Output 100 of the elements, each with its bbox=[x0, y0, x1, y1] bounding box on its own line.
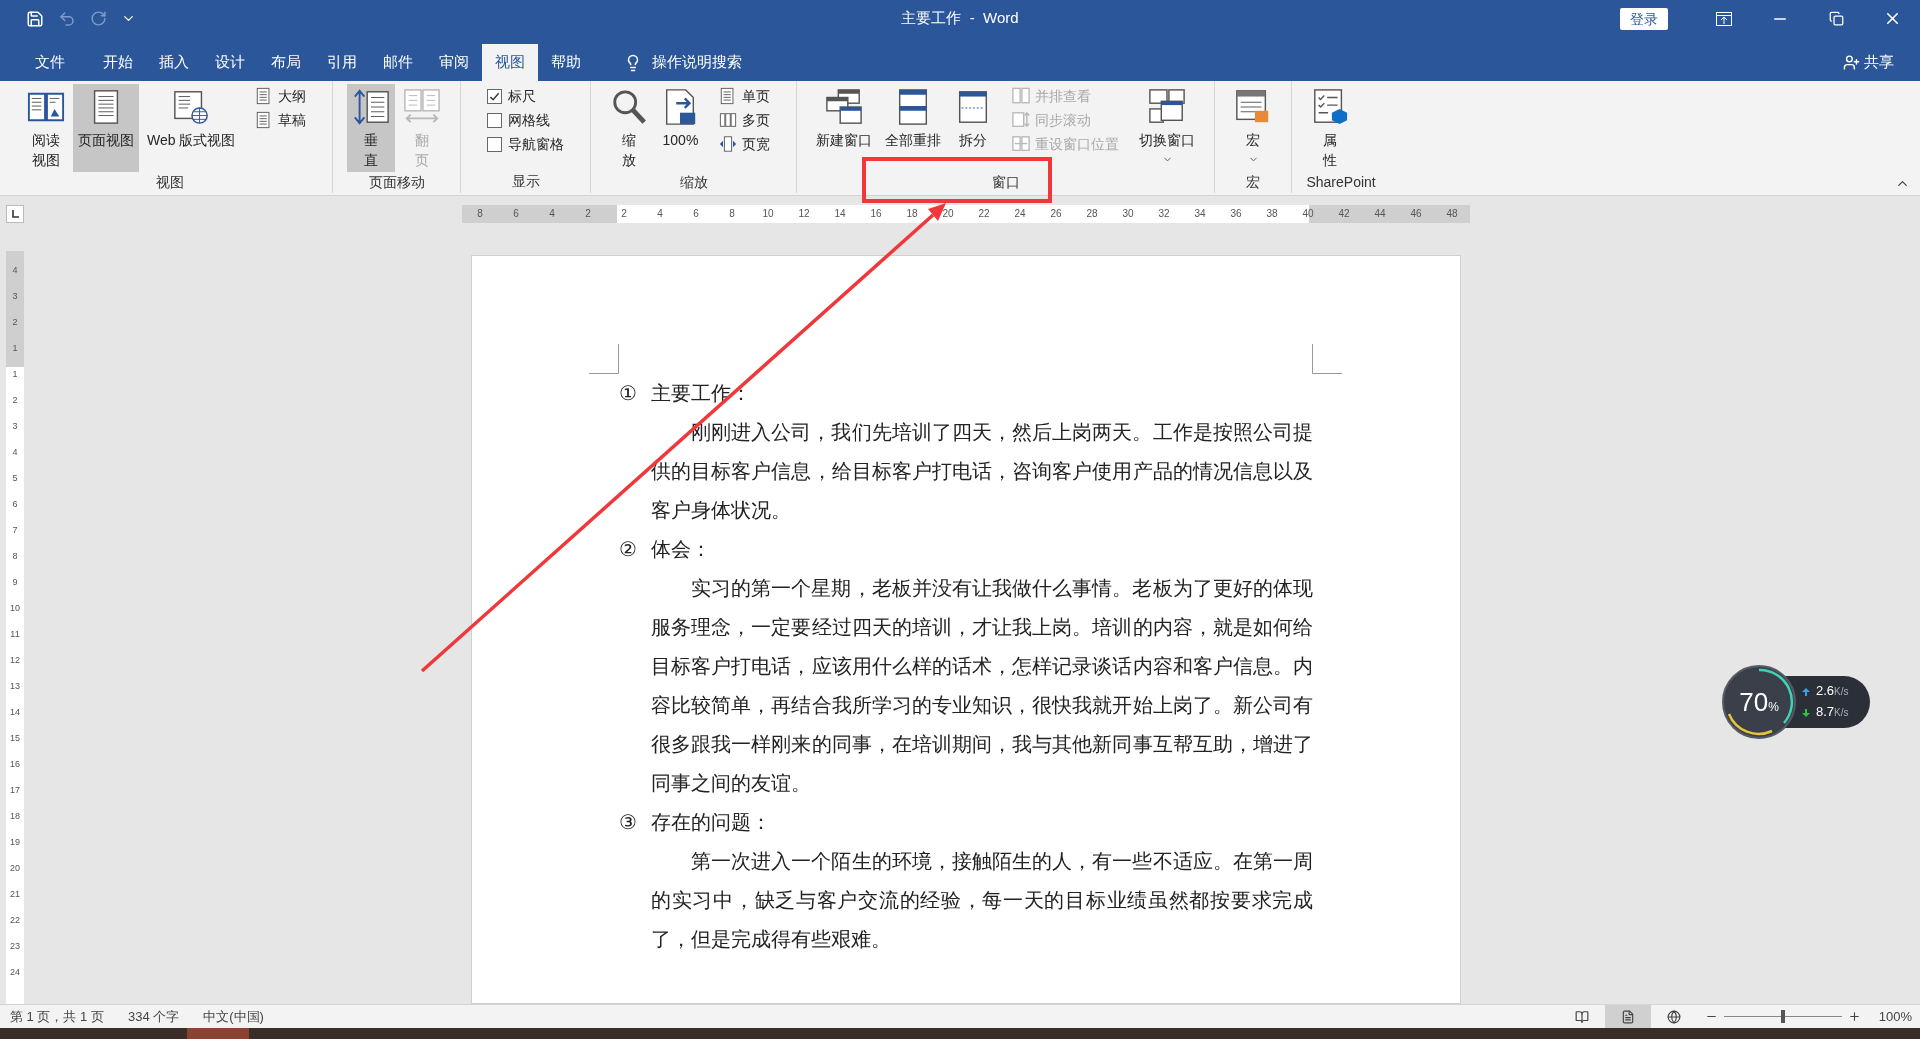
login-button[interactable]: 登录 bbox=[1620, 7, 1668, 30]
language-status[interactable]: 中文(中国) bbox=[203, 1006, 264, 1027]
ribbon-tab[interactable]: 文件 bbox=[22, 44, 78, 81]
zoom-percent[interactable]: 100% bbox=[1878, 1006, 1912, 1027]
ruler-number: 4 bbox=[12, 446, 18, 459]
ribbon-tab[interactable]: 审阅 bbox=[426, 44, 482, 81]
page-width-icon bbox=[719, 135, 738, 153]
ribbon-button[interactable]: Web 版式视图 bbox=[142, 84, 241, 172]
checkbox-option[interactable]: 标尺 bbox=[483, 84, 569, 108]
switch-windows-icon bbox=[1148, 88, 1187, 126]
ribbon-button[interactable]: 页面视图 bbox=[73, 84, 139, 172]
ruler-number: 38 bbox=[1265, 207, 1279, 221]
ribbon-button[interactable]: 属性 bbox=[1306, 84, 1355, 172]
search-field[interactable]: 操作说明搜索 bbox=[652, 51, 782, 74]
user-plus-icon bbox=[1843, 54, 1860, 71]
undo-icon[interactable] bbox=[58, 9, 76, 28]
ribbon-button[interactable]: 阅读视图 bbox=[22, 84, 70, 172]
save-icon[interactable] bbox=[26, 9, 44, 28]
checkbox[interactable] bbox=[487, 112, 503, 128]
ruler-number: 10 bbox=[761, 207, 775, 221]
checkbox[interactable] bbox=[487, 88, 503, 104]
ruler-number: 6 bbox=[512, 207, 520, 221]
tab-stop-icon[interactable] bbox=[6, 205, 24, 223]
section-heading: 体会： bbox=[651, 536, 711, 563]
multi-page-icon bbox=[719, 111, 738, 129]
ribbon-tab[interactable]: 开始 bbox=[90, 44, 146, 81]
ruler-number: 8 bbox=[476, 207, 484, 221]
group-label: SharePoint bbox=[1306, 173, 1376, 192]
upload-speed: 2.6K/s bbox=[1816, 682, 1849, 700]
ruler-number: 34 bbox=[1193, 207, 1207, 221]
magnifier-icon bbox=[610, 88, 649, 126]
ribbon-button[interactable]: 垂直 bbox=[347, 84, 396, 172]
ribbon-tab[interactable]: 布局 bbox=[258, 44, 314, 81]
margin-mark bbox=[589, 344, 619, 374]
reset-window-icon bbox=[1012, 135, 1031, 153]
page-icon bbox=[1620, 1009, 1635, 1024]
ribbon-button[interactable]: 草稿 bbox=[251, 108, 311, 132]
zoom-slider[interactable] bbox=[1723, 1009, 1842, 1024]
ribbon-button[interactable]: 全部重排 bbox=[880, 84, 947, 172]
ribbon-button[interactable]: 100% bbox=[656, 84, 705, 172]
ribbon-button[interactable]: 拆分 bbox=[949, 84, 998, 172]
ribbon-tab[interactable]: 邮件 bbox=[370, 44, 426, 81]
ruler-number: 9 bbox=[12, 576, 18, 589]
checkbox-label: 标尺 bbox=[508, 86, 537, 106]
section-heading: 存在的问题： bbox=[651, 809, 771, 836]
ribbon-button[interactable]: 多页 bbox=[715, 108, 775, 132]
properties-icon bbox=[1311, 88, 1350, 126]
ruler-number: 3 bbox=[12, 420, 18, 433]
ruler-number: 12 bbox=[10, 654, 20, 667]
ribbon-tab[interactable]: 视图 bbox=[482, 44, 538, 81]
ribbon-tab[interactable]: 插入 bbox=[146, 44, 202, 81]
ribbon-button[interactable]: 大纲 bbox=[251, 84, 311, 108]
checkbox[interactable] bbox=[487, 136, 503, 152]
word-count[interactable]: 334 个字 bbox=[127, 1006, 180, 1027]
checkbox-option[interactable]: 网格线 bbox=[483, 108, 569, 132]
list-number: ③ bbox=[619, 809, 638, 836]
ribbon-button[interactable]: 切换窗口 bbox=[1134, 84, 1201, 172]
print-layout-button[interactable] bbox=[1604, 1005, 1651, 1028]
ruler-number: 20 bbox=[10, 862, 20, 875]
ruler-number: 14 bbox=[833, 207, 847, 221]
ribbon-button[interactable]: 宏 bbox=[1229, 84, 1278, 172]
ribbon-tab[interactable]: 设计 bbox=[202, 44, 258, 81]
ruler-number: 16 bbox=[869, 207, 883, 221]
ribbon-button[interactable]: 单页 bbox=[715, 84, 775, 108]
group-label: 缩放 bbox=[678, 173, 709, 192]
ruler-number: 4 bbox=[548, 207, 556, 221]
group-label: 显示 bbox=[510, 172, 541, 191]
redo-icon[interactable] bbox=[90, 10, 107, 27]
ribbon-tab[interactable]: 引用 bbox=[314, 44, 370, 81]
download-speed: 8.7K/s bbox=[1816, 703, 1849, 721]
ribbon-button[interactable]: 页宽 bbox=[715, 132, 775, 156]
share-button[interactable]: 共享 bbox=[1843, 44, 1894, 81]
ribbon-button[interactable]: 缩放 bbox=[605, 84, 654, 172]
zoom-in-icon[interactable] bbox=[1847, 1010, 1861, 1023]
restore-icon[interactable] bbox=[1828, 11, 1844, 26]
ruler-number: 23 bbox=[10, 940, 20, 953]
ruler-number: 13 bbox=[10, 680, 20, 693]
ruler-number: 48 bbox=[1445, 207, 1459, 221]
ruler-number: 24 bbox=[10, 966, 20, 979]
ribbon-display-icon[interactable] bbox=[1716, 11, 1732, 26]
paragraph: 第一次进入一个陌生的环境，接触陌生的人，有一些不适应。在第一周的实习中，缺乏与客户交流的经验，每一天的目标业绩虽然都按要求完成了，但是完成得有些艰难。 bbox=[651, 848, 1313, 953]
ruler-number: 11 bbox=[10, 628, 20, 641]
download-arrow-icon bbox=[1802, 708, 1810, 717]
checkbox-option[interactable]: 导航窗格 bbox=[483, 132, 569, 156]
checkbox-label: 网格线 bbox=[508, 110, 551, 130]
ruler-number: 36 bbox=[1229, 207, 1243, 221]
web-page-icon bbox=[172, 88, 211, 126]
ruler-number: 6 bbox=[692, 207, 700, 221]
ruler-number: 19 bbox=[10, 836, 20, 849]
ribbon-button[interactable]: 新建窗口 bbox=[811, 84, 878, 172]
ruler-number: 7 bbox=[12, 524, 18, 537]
new-window-icon bbox=[825, 88, 864, 126]
page-count[interactable]: 第 1 页，共 1 页 bbox=[10, 1006, 104, 1027]
ruler-number: 5 bbox=[12, 472, 18, 485]
ribbon-tab[interactable]: 帮助 bbox=[538, 44, 594, 81]
ruler-number: 4 bbox=[656, 207, 664, 221]
ruler-number: 2 bbox=[12, 316, 18, 329]
list-number: ① bbox=[619, 380, 638, 407]
ruler-number: 21 bbox=[10, 888, 20, 901]
slider-thumb[interactable] bbox=[1780, 1010, 1785, 1023]
